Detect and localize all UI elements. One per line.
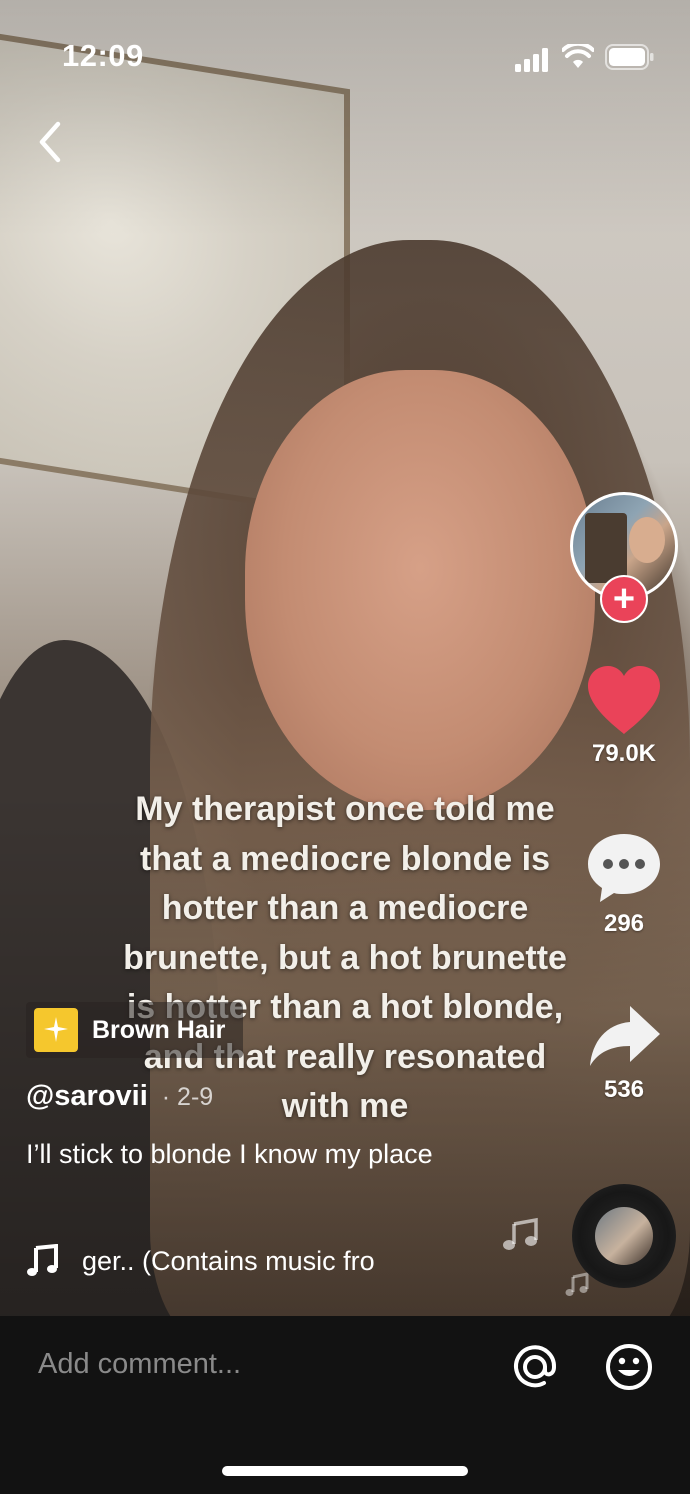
comment-bar: Add comment... (0, 1316, 690, 1494)
floating-music-note-icon (565, 1272, 589, 1296)
effect-tag-label: Brown Hair (92, 1015, 226, 1044)
home-indicator (222, 1466, 468, 1476)
effect-tag[interactable]: Brown Hair (26, 1002, 244, 1058)
back-chevron-icon[interactable] (30, 118, 74, 168)
status-bar: 12:09 (0, 34, 690, 74)
wifi-icon (562, 44, 594, 68)
music-info[interactable]: ger.. (Contains music fro (26, 1244, 426, 1278)
battery-icon (605, 44, 654, 70)
floating-music-note-icon (503, 1217, 538, 1250)
emoji-icon[interactable] (604, 1342, 654, 1392)
follow-button[interactable]: + (600, 575, 648, 623)
heart-icon (588, 666, 660, 734)
creator-username[interactable]: @sarovii (26, 1080, 148, 1113)
music-disc[interactable] (572, 1184, 676, 1288)
like-count: 79.0K (591, 740, 657, 767)
sparkle-icon (34, 1008, 78, 1052)
mention-at-icon[interactable] (510, 1342, 560, 1392)
post-date: · 2-9 (161, 1083, 214, 1111)
like-button[interactable]: 79.0K (578, 664, 670, 768)
music-title: ger.. (Contains music fro (82, 1245, 375, 1276)
music-disc-artwork (595, 1207, 653, 1265)
music-note-icon (27, 1244, 58, 1276)
status-time: 12:09 (62, 38, 144, 73)
cellular-signal-icon (515, 48, 548, 72)
post-meta: @sarovii · 2-9 I’ll stick to blonde I kn… (26, 1080, 456, 1175)
comment-input[interactable]: Add comment... (38, 1348, 241, 1381)
post-description[interactable]: I’ll stick to blonde I know my place (26, 1133, 456, 1175)
